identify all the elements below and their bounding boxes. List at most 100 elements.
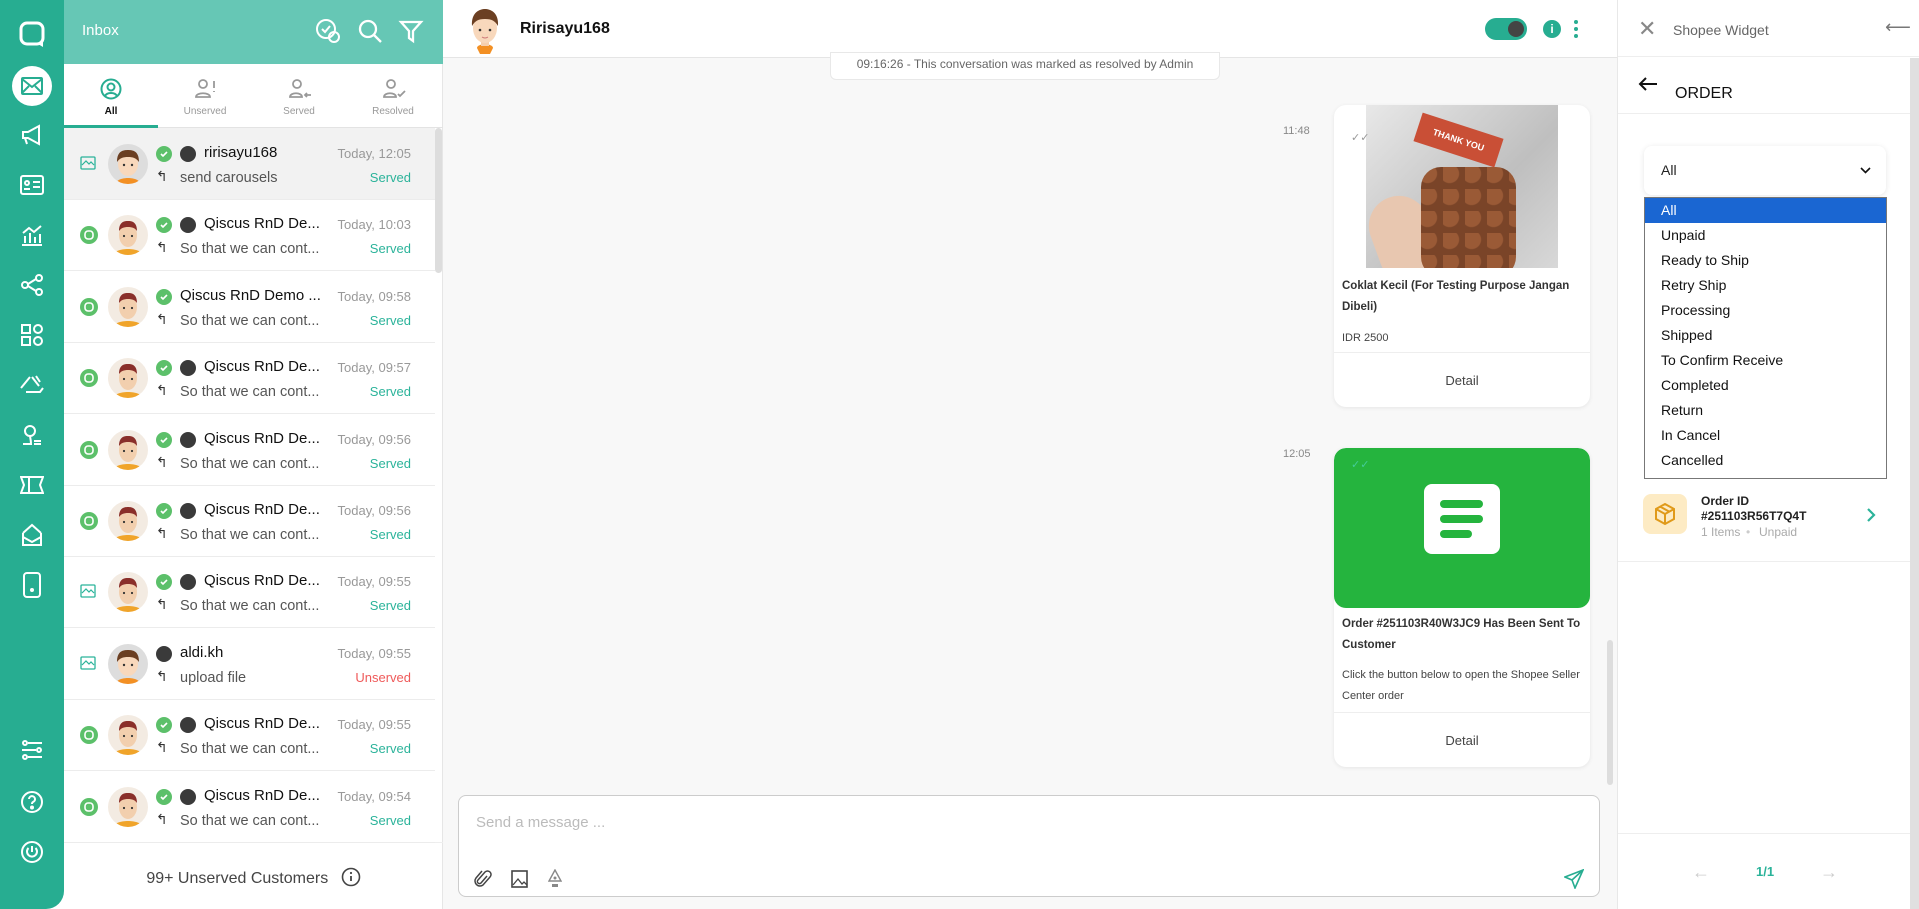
avatar [108,144,148,184]
conversation-item[interactable]: Qiscus RnD De... ↰ So that we can cont... T… [64,342,435,415]
resolved-check-icon [156,288,172,305]
mail-archive-icon[interactable] [12,515,52,555]
template-icon[interactable] [548,869,562,889]
detail-button[interactable]: Detail [1334,712,1590,767]
ticket-icon[interactable] [12,465,52,505]
contact-name: Qiscus RnD De... [204,572,320,590]
back-arrow-icon[interactable] [1638,76,1658,92]
more-options-icon[interactable] [1574,20,1578,38]
help-icon[interactable] [12,782,52,822]
reply-arrow-icon: ↰ [156,310,168,327]
send-icon[interactable] [1564,869,1584,889]
reply-arrow-icon: ↰ [156,453,168,470]
chevron-right-icon[interactable] [1866,507,1876,523]
dropdown-option[interactable]: Ready to Ship [1645,248,1886,273]
agents-icon[interactable] [12,415,52,455]
order-id-label: Order ID [1701,494,1750,508]
tab-served[interactable]: Served [252,64,346,128]
list-scrollbar[interactable] [435,128,442,273]
tab-label: All [104,106,118,117]
shopee-bot-icon [180,717,196,734]
conversation-item[interactable]: Qiscus RnD De... ↰ So that we can cont... T… [64,556,435,629]
dropdown-option[interactable]: All [1645,198,1886,223]
contact-avatar[interactable] [465,4,505,54]
image-icon[interactable] [511,870,528,888]
timestamp: Today, 09:55 [337,645,411,661]
unserved-footer[interactable]: 99+ Unserved Customers [64,842,443,909]
contacts-card-icon[interactable] [12,165,52,205]
dropdown-option[interactable]: Retry Ship [1645,273,1886,298]
bot-toggle[interactable] [1485,18,1527,40]
tab-all[interactable]: All [64,64,158,128]
conversation-item[interactable]: Qiscus RnD De... ↰ So that we can cont... T… [64,485,435,557]
status-badge: Served [369,312,411,328]
prev-page-arrow-icon[interactable]: ← [1692,862,1710,883]
apps-grid-icon[interactable] [12,315,52,355]
collapse-arrow-icon[interactable]: ⟵ [1885,17,1911,38]
selected-value: All [1661,162,1677,178]
reply-arrow-icon: ↰ [156,168,168,184]
tab-unserved[interactable]: Unserved [158,64,252,128]
shopee-bot-icon [180,788,196,805]
integration-share-icon[interactable] [12,265,52,305]
dropdown-option[interactable]: Completed [1645,373,1886,398]
dropdown-option[interactable]: To Confirm Receive [1645,348,1886,373]
reply-arrow-icon: ↰ [156,525,168,541]
contact-name: aldi.kh [180,643,224,661]
conversation-item[interactable]: aldi.kh ↰ upload file Today, 09:55 Unserved [64,628,435,700]
dropdown-option[interactable]: Cancelled [1645,448,1886,473]
order-document-icon: ✓✓ [1334,448,1590,608]
filter-icon[interactable] [398,18,424,44]
chat-scrollbar[interactable] [1607,640,1613,785]
last-message: So that we can cont... [180,812,320,829]
analytics-chart-icon[interactable] [12,215,52,255]
next-page-arrow-icon[interactable]: → [1820,862,1838,883]
message-input[interactable]: Send a message ... [476,814,605,831]
logout-power-icon[interactable] [12,832,52,872]
product-card: THANK YOU ✓✓ Coklat Kecil (For Testing P… [1334,105,1590,407]
message-composer[interactable]: Send a message ... [458,795,1600,897]
dropdown-option[interactable]: Unpaid [1645,223,1886,248]
contact-name: Qiscus RnD De... [204,715,320,733]
shopee-bot-icon [180,360,196,377]
package-icon [1643,494,1687,534]
settings-sliders-icon[interactable] [12,730,52,770]
campaign-megaphone-icon[interactable] [12,115,52,155]
order-list-item[interactable]: Order ID #251103R56T7Q4T 1 Items • Unpai… [1618,474,1910,562]
product-price: IDR 2500 [1342,332,1389,344]
dropdown-option[interactable]: Processing [1645,298,1886,323]
tab-resolved[interactable]: Resolved [346,64,440,128]
contact-name: Qiscus RnD Demo ... [180,286,321,304]
conversation-item[interactable]: Qiscus RnD De... ↰ So that we can cont... T… [64,699,435,772]
close-icon[interactable]: ✕ [1638,16,1656,42]
reply-arrow-icon: ↰ [156,739,168,756]
channels-icon[interactable] [12,365,52,405]
conversation-item[interactable]: Qiscus RnD De... ↰ So that we can cont... T… [64,414,435,486]
dropdown-option[interactable]: Shipped [1645,323,1886,348]
mobile-device-icon[interactable] [12,565,52,605]
attachment-icon[interactable] [474,869,492,889]
widget-scrollbar[interactable] [1910,58,1919,909]
inbox-panel: Inbox All Unserved Served Resolved 99+ U… [64,0,443,909]
info-icon[interactable]: i [1543,20,1561,38]
chat-header: Ririsayu168 i [443,0,1617,58]
detail-button[interactable]: Detail [1334,352,1590,407]
resolved-check-icon [156,431,172,448]
whatsapp-check-icon[interactable] [315,18,341,44]
reply-arrow-icon: ↰ [156,239,168,256]
dropdown-option[interactable]: Return [1645,398,1886,423]
order-status-select[interactable]: All [1644,146,1886,195]
conversation-item[interactable]: Qiscus RnD Demo ... ↰ So that we can cont.… [64,271,435,343]
inbox-tabs: All Unserved Served Resolved [64,64,443,128]
search-icon[interactable] [357,18,383,44]
conversation-item[interactable]: Qiscus RnD De... ↰ So that we can cont... T… [64,771,435,843]
conversation-item[interactable]: Qiscus RnD De... ↰ So that we can cont... T… [64,199,435,272]
conversation-item[interactable]: ririsayu168 ↰ send carousels Today, 12:05 Se… [64,128,435,200]
qiscus-channel-icon [80,226,98,245]
dropdown-option[interactable]: In Cancel [1645,423,1886,448]
message-time: 12:05 [1283,448,1311,460]
qiscus-logo-icon[interactable] [12,14,52,54]
order-status-dropdown: All Unpaid Ready to Ship Retry Ship Processi… [1644,197,1887,479]
inbox-icon[interactable] [12,66,52,106]
last-message: upload file [180,669,247,686]
